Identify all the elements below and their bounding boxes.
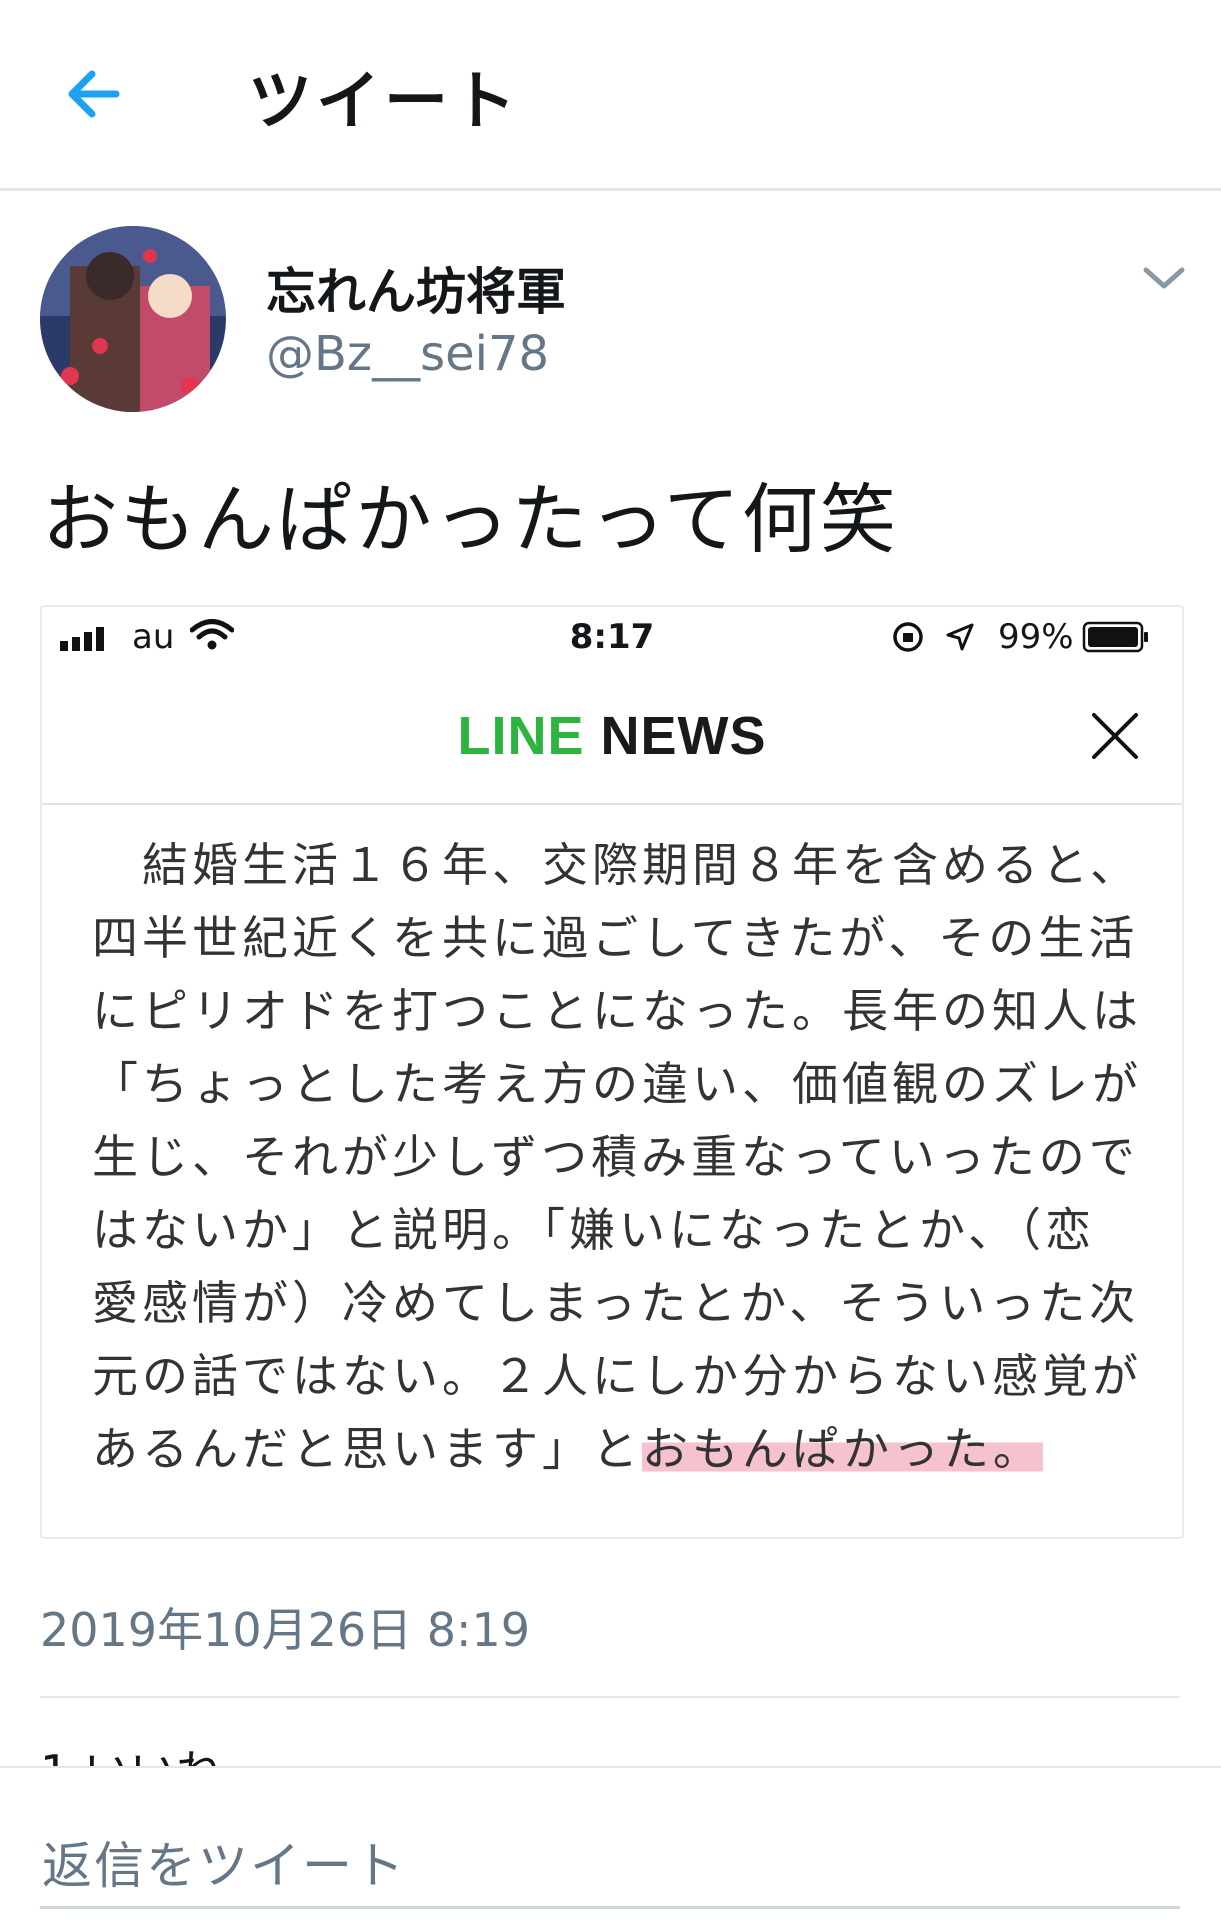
battery-percent: 99% [998, 617, 1074, 657]
brand-news: NEWS [600, 706, 767, 766]
article-line: 生じ、それが少しずつ積み重なっていったので [92, 1130, 1139, 1184]
article-line: はないか」と説明。「嫌いになったとか、（恋 [92, 1203, 1096, 1257]
display-name[interactable]: 忘れん坊将軍 [266, 252, 566, 324]
reply-input[interactable]: 返信をツイート [42, 1826, 406, 1898]
article-line: 元の話ではない。２人にしか分からない感覚が [92, 1349, 1142, 1403]
article-line-prefix: あるんだと思います」と [92, 1422, 642, 1476]
top-bar: ツイート [0, 0, 1221, 191]
close-icon [1092, 713, 1138, 759]
article-line: 四半世紀近くを共に過ごしてきたが、その生活 [92, 911, 1139, 965]
rotation-lock-icon [893, 622, 923, 652]
line-news-logo: LINE NEWS [42, 705, 1182, 767]
article-line: 「ちょっとした考え方の違い、価値観のズレが [92, 1057, 1142, 1111]
reply-bar: 返信をツイート [0, 1766, 1221, 1922]
article-text: 結婚生活１６年、交際期間８年を含めると、 四半世紀近くを共に過ごしてきたが、その… [92, 829, 1142, 1486]
article-line: 愛感情が）冷めてしまったとか、そういった次 [92, 1276, 1140, 1330]
page-title: ツイート [248, 65, 520, 139]
article-line: 結婚生活１６年、交際期間８年を含めると、 [92, 838, 1141, 892]
user-handle[interactable]: @Bz__sei78 [266, 326, 549, 382]
divider [40, 1906, 1180, 1909]
chevron-down-icon[interactable] [1140, 258, 1188, 298]
location-arrow-icon [946, 623, 974, 651]
brand-line: LINE [457, 706, 585, 766]
article-line-last: あるんだと思います」とおもんぱかった。 [92, 1413, 1132, 1486]
phone-status-bar: au 8:17 99% [42, 607, 1182, 667]
back-arrow-icon[interactable] [60, 58, 132, 130]
highlighted-phrase: おもんぱかった。 [642, 1422, 1043, 1476]
battery-icon [1082, 621, 1148, 653]
article-line: にピリオドを打つことになった。長年の知人は [92, 984, 1142, 1038]
line-news-header: LINE NEWS [42, 667, 1182, 805]
divider [40, 1696, 1180, 1698]
avatar[interactable] [40, 226, 226, 412]
tweet-text: おもんぱかったって何笑 [42, 475, 898, 564]
tweet-media-image[interactable]: au 8:17 99% LINE NEWS 結婚生活１６年、交際期間８年を含める… [40, 605, 1184, 1539]
tweet-timestamp: 2019年10月26日 8:19 [40, 1603, 531, 1657]
